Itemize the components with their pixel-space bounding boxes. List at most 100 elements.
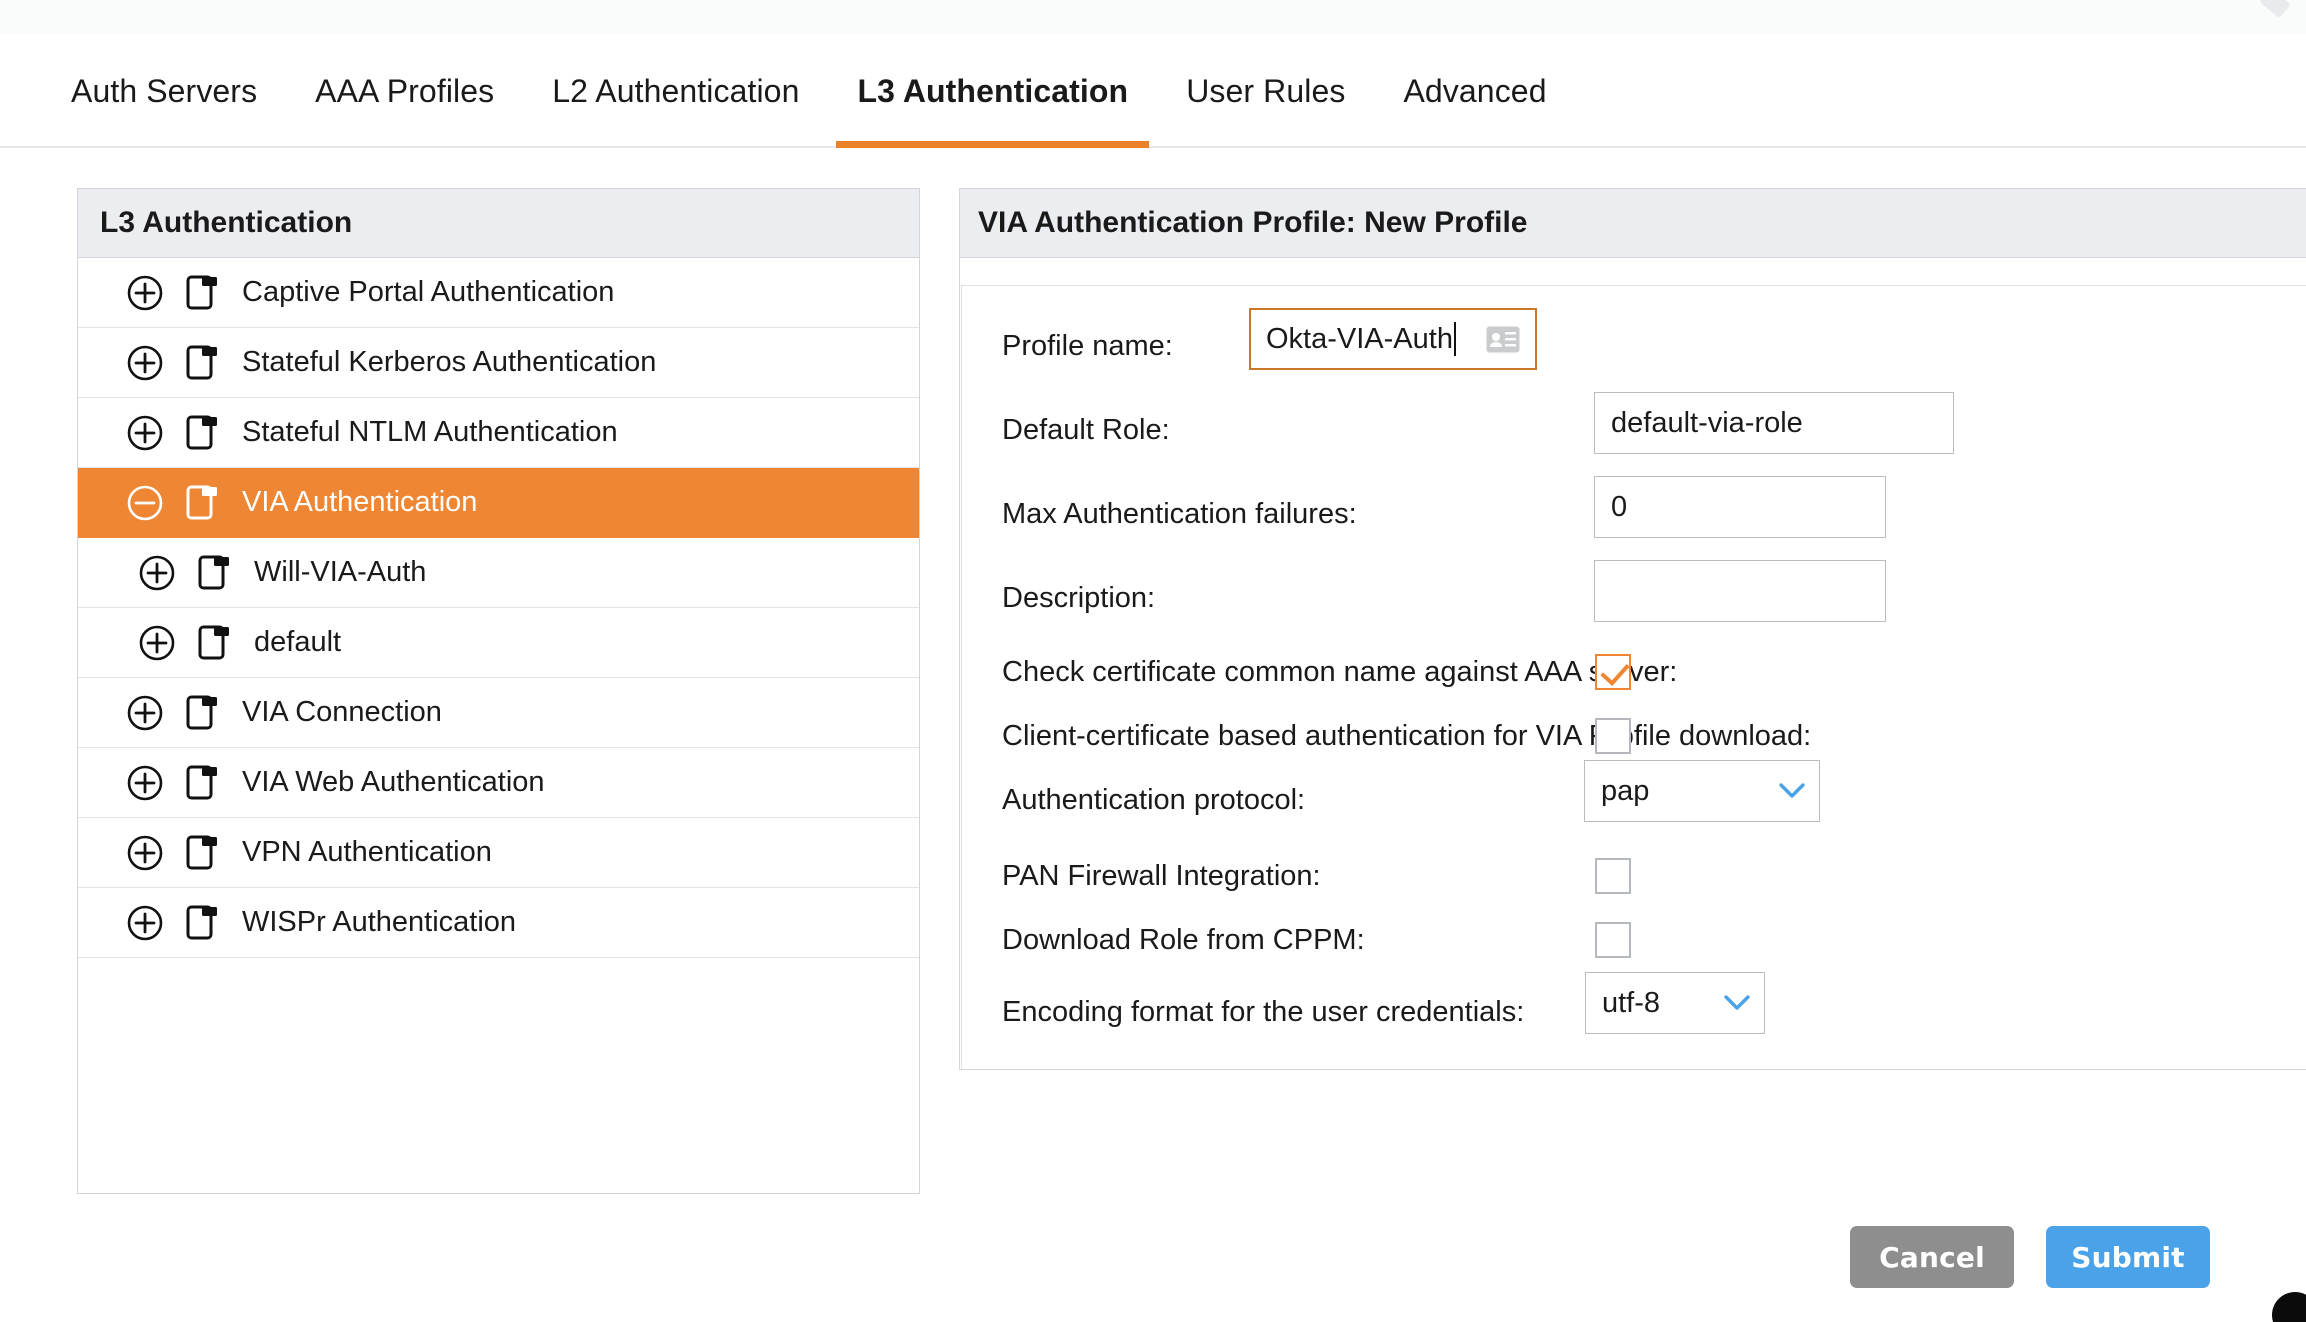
tab-list: Auth ServersAAA ProfilesL2 Authenticatio… xyxy=(42,34,1576,148)
tree-item-label: Stateful Kerberos Authentication xyxy=(242,346,656,379)
tab-aaa-profiles[interactable]: AAA Profiles xyxy=(286,34,523,148)
top-strip xyxy=(0,0,2306,34)
profile-name-value: Okta-VIA-Auth xyxy=(1266,323,1453,356)
check-cert-common-name-label: Check certificate common name against AA… xyxy=(1002,656,1677,689)
profile-name-label: Profile name: xyxy=(1002,330,1173,363)
plus-circle-icon[interactable] xyxy=(126,274,164,312)
tree-item-label: Will-VIA-Auth xyxy=(254,556,426,589)
tab-auth-servers[interactable]: Auth Servers xyxy=(42,34,286,148)
top-right-artifact-icon xyxy=(2259,0,2290,18)
tree-item-stateful-ntlm-authentication[interactable]: Stateful NTLM Authentication xyxy=(78,398,919,468)
auth-protocol-label: Authentication protocol: xyxy=(1002,784,1305,817)
form-fieldset: Profile name: Okta-VIA-Auth xyxy=(961,285,2306,1070)
tree-item-label: VIA Authentication xyxy=(242,486,477,519)
tree-item-captive-portal-authentication[interactable]: Captive Portal Authentication xyxy=(78,258,919,328)
pan-firewall-checkbox[interactable] xyxy=(1595,858,1631,894)
auth-protocol-value: pap xyxy=(1601,775,1649,808)
encoding-format-wrap: utf-8 xyxy=(1585,972,1765,1034)
default-role-input[interactable]: default-via-role xyxy=(1594,392,1954,454)
profile-document-icon xyxy=(186,835,218,871)
client-cert-auth-wrap xyxy=(1595,718,1631,754)
profile-document-icon xyxy=(198,555,230,591)
auth-protocol-select[interactable]: pap xyxy=(1584,760,1820,822)
plus-circle-icon[interactable] xyxy=(126,414,164,452)
contact-card-icon[interactable] xyxy=(1486,326,1520,353)
profile-document-icon xyxy=(186,905,218,941)
text-caret xyxy=(1454,322,1456,356)
description-field-wrap xyxy=(1594,560,1886,622)
profile-name-input[interactable]: Okta-VIA-Auth xyxy=(1249,308,1537,370)
app-root: Auth ServersAAA ProfilesL2 Authenticatio… xyxy=(0,0,2306,1322)
tree-item-via-connection[interactable]: VIA Connection xyxy=(78,678,919,748)
via-authentication-profile-panel: VIA Authentication Profile: New Profile … xyxy=(959,188,2306,1070)
l3-authentication-tree-panel: L3 Authentication Captive Portal Authent… xyxy=(77,188,920,1194)
tree-item-default[interactable]: default xyxy=(78,608,919,678)
plus-circle-icon[interactable] xyxy=(138,554,176,592)
tree-item-label: VIA Connection xyxy=(242,696,442,729)
tree-item-stateful-kerberos-authentication[interactable]: Stateful Kerberos Authentication xyxy=(78,328,919,398)
max-auth-failures-field-wrap: 0 xyxy=(1594,476,1886,538)
profile-document-icon xyxy=(198,625,230,661)
profile-document-icon xyxy=(186,765,218,801)
minus-circle-icon[interactable] xyxy=(126,484,164,522)
pan-firewall-wrap xyxy=(1595,858,1631,894)
form-panel-title: VIA Authentication Profile: New Profile xyxy=(960,189,2306,258)
mouse-cursor-icon xyxy=(2270,1288,2306,1322)
download-role-cppm-label: Download Role from CPPM: xyxy=(1002,924,1365,957)
cancel-button[interactable]: Cancel xyxy=(1850,1226,2014,1288)
tree-item-label: VPN Authentication xyxy=(242,836,492,869)
chevron-down-icon[interactable] xyxy=(1779,782,1805,800)
max-auth-failures-value: 0 xyxy=(1611,491,1627,524)
auth-protocol-wrap: pap xyxy=(1584,760,1820,822)
tab-l2-authentication[interactable]: L2 Authentication xyxy=(523,34,828,148)
download-role-cppm-checkbox[interactable] xyxy=(1595,922,1631,958)
tab-advanced[interactable]: Advanced xyxy=(1374,34,1575,148)
tree-item-vpn-authentication[interactable]: VPN Authentication xyxy=(78,818,919,888)
plus-circle-icon[interactable] xyxy=(126,344,164,382)
max-auth-failures-label: Max Authentication failures: xyxy=(1002,498,1357,531)
client-cert-auth-label: Client-certificate based authentication … xyxy=(1002,720,1811,753)
encoding-format-value: utf-8 xyxy=(1602,987,1660,1020)
tree-item-wispr-authentication[interactable]: WISPr Authentication xyxy=(78,888,919,958)
client-cert-auth-checkbox[interactable] xyxy=(1595,718,1631,754)
plus-circle-icon[interactable] xyxy=(138,624,176,662)
tree-panel-title: L3 Authentication xyxy=(78,189,919,258)
default-role-value: default-via-role xyxy=(1611,407,1803,440)
tree-item-label: default xyxy=(254,626,341,659)
tree-item-label: Stateful NTLM Authentication xyxy=(242,416,618,449)
form-body: Profile name: Okta-VIA-Auth xyxy=(960,259,2306,1070)
pan-firewall-label: PAN Firewall Integration: xyxy=(1002,860,1321,893)
tree-item-via-authentication[interactable]: VIA Authentication xyxy=(78,468,919,538)
description-label: Description: xyxy=(1002,582,1155,615)
profile-name-field-wrap: Okta-VIA-Auth xyxy=(1249,308,1537,370)
tree-item-label: Captive Portal Authentication xyxy=(242,276,614,309)
profile-document-icon xyxy=(186,345,218,381)
plus-circle-icon[interactable] xyxy=(126,694,164,732)
submit-button[interactable]: Submit xyxy=(2046,1226,2210,1288)
tab-l3-authentication[interactable]: L3 Authentication xyxy=(828,34,1157,148)
description-input[interactable] xyxy=(1594,560,1886,622)
check-cert-common-name-checkbox[interactable] xyxy=(1595,654,1631,690)
tree-item-label: WISPr Authentication xyxy=(242,906,516,939)
tree-body: Captive Portal Authentication Stateful Ke… xyxy=(78,258,919,958)
max-auth-failures-input[interactable]: 0 xyxy=(1594,476,1886,538)
download-role-cppm-wrap xyxy=(1595,922,1631,958)
tree-item-via-web-authentication[interactable]: VIA Web Authentication xyxy=(78,748,919,818)
tab-user-rules[interactable]: User Rules xyxy=(1157,34,1374,148)
encoding-format-select[interactable]: utf-8 xyxy=(1585,972,1765,1034)
tab-bar: Auth ServersAAA ProfilesL2 Authenticatio… xyxy=(0,34,2306,148)
profile-document-icon xyxy=(186,415,218,451)
profile-document-icon xyxy=(186,485,218,521)
tree-item-will-via-auth[interactable]: Will-VIA-Auth xyxy=(78,538,919,608)
encoding-format-label: Encoding format for the user credentials… xyxy=(1002,996,1524,1029)
check-cert-common-name-wrap xyxy=(1595,654,1631,690)
chevron-down-icon[interactable] xyxy=(1724,994,1750,1012)
default-role-label: Default Role: xyxy=(1002,414,1170,447)
tree-item-label: VIA Web Authentication xyxy=(242,766,545,799)
plus-circle-icon[interactable] xyxy=(126,904,164,942)
default-role-field-wrap: default-via-role xyxy=(1594,392,1954,454)
profile-document-icon xyxy=(186,695,218,731)
plus-circle-icon[interactable] xyxy=(126,834,164,872)
profile-document-icon xyxy=(186,275,218,311)
plus-circle-icon[interactable] xyxy=(126,764,164,802)
